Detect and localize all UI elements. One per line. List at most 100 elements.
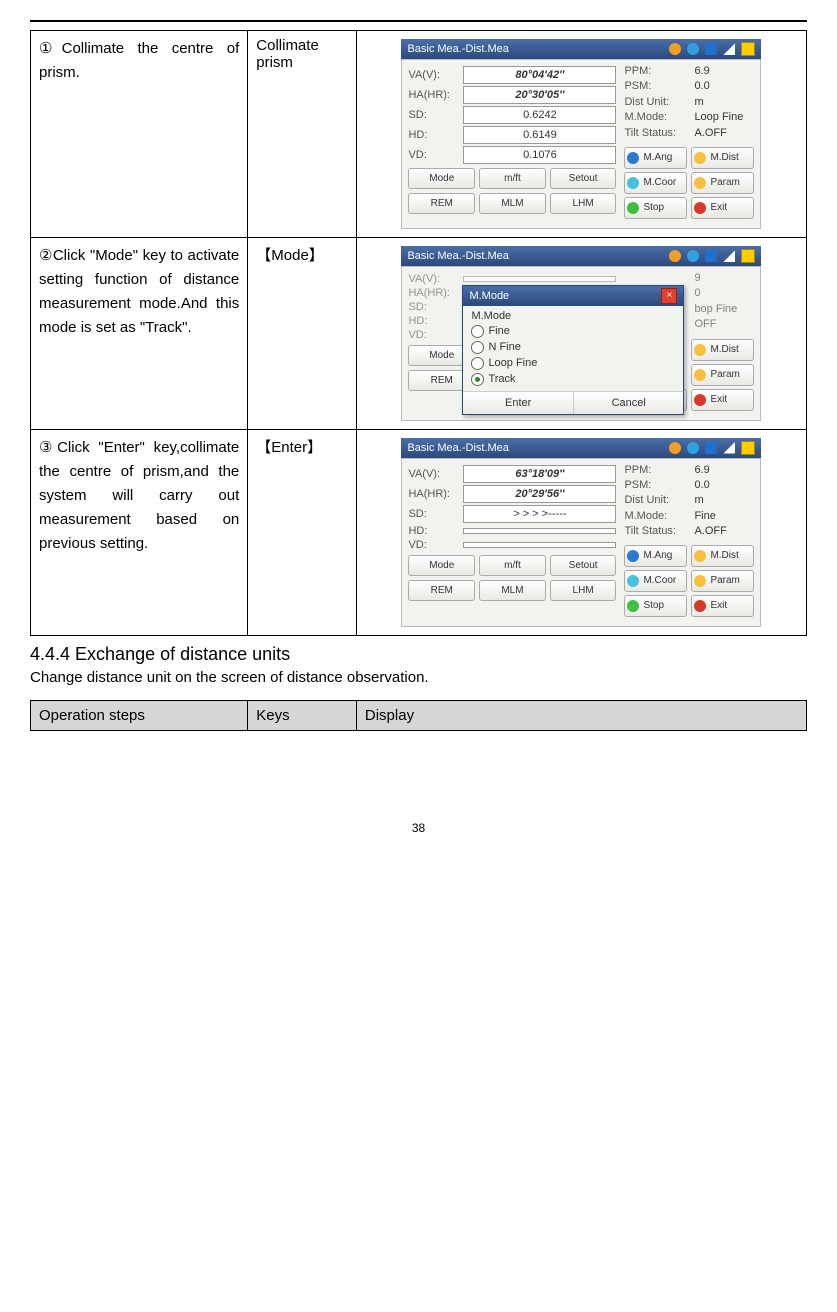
table-row: ①Collimate the centre of prism. Collimat…: [31, 31, 807, 238]
device-screenshot: Basic Mea.-Dist.Mea M.Mode × M.Mode Fine: [401, 246, 761, 421]
param-icon: [694, 177, 706, 189]
btn-param[interactable]: Param: [691, 570, 754, 592]
key-cell: 【Enter】: [248, 429, 357, 636]
gear-icon: [669, 442, 681, 454]
mcoor-icon: [627, 575, 639, 587]
bluetooth-icon: [705, 250, 717, 262]
param-icon: [694, 369, 706, 381]
readings-left: VA(V):80°04′42″ HA(HR):20°30′05″ SD:0.62…: [408, 64, 616, 222]
side-buttons: M.Ang M.Dist M.Coor Param Stop Exit: [624, 545, 754, 617]
header-keys: Keys: [248, 701, 357, 731]
btn-stop[interactable]: Stop: [624, 595, 687, 617]
gear-icon: [669, 250, 681, 262]
stop-icon: [627, 202, 639, 214]
dialog-heading: M.Mode: [471, 310, 675, 322]
dialog-enter-button[interactable]: Enter: [463, 392, 574, 414]
window-titlebar: Basic Mea.-Dist.Mea: [401, 39, 761, 59]
btn-rem[interactable]: REM: [408, 193, 475, 214]
radio-label: Loop Fine: [488, 357, 537, 369]
info-panel: PPM:6.9 PSM:0.0 Dist Unit:m M.Mode:Fine …: [624, 463, 754, 621]
btn-lhm[interactable]: LHM: [550, 193, 617, 214]
mcoor-icon: [627, 177, 639, 189]
gear2-icon: [687, 442, 699, 454]
btn-mang[interactable]: M.Ang: [624, 545, 687, 567]
btn-exit[interactable]: Exit: [691, 389, 754, 411]
btn-exit[interactable]: Exit: [691, 595, 754, 617]
btn-mcoor[interactable]: M.Coor: [624, 570, 687, 592]
btn-mdist[interactable]: M.Dist: [691, 545, 754, 567]
btn-mdist[interactable]: M.Dist: [691, 147, 754, 169]
btn-mlm[interactable]: MLM: [479, 193, 546, 214]
key-cell: Collimate prism: [248, 31, 357, 238]
top-rule: [30, 20, 807, 22]
bluetooth-icon: [705, 442, 717, 454]
display-cell: Basic Mea.-Dist.Mea M.Mode × M.Mode Fine: [356, 237, 806, 429]
steps-table: ①Collimate the centre of prism. Collimat…: [30, 30, 807, 636]
exit-icon: [694, 394, 706, 406]
bluetooth-icon: [705, 43, 717, 55]
radio-icon: [471, 373, 484, 386]
exit-icon: [694, 600, 706, 612]
info-panel: PPM:6.9 PSM:0.0 Dist Unit:m M.Mode:Loop …: [624, 64, 754, 222]
table-row: ③Click "Enter" key,collimate the centre …: [31, 429, 807, 636]
dialog-cancel-button[interactable]: Cancel: [574, 392, 684, 414]
device-screenshot: Basic Mea.-Dist.Mea VA(V):80°04′42″ HA(H…: [401, 39, 761, 229]
battery-icon: [741, 249, 755, 263]
table-row: ②Click "Mode" key to activate setting fu…: [31, 237, 807, 429]
btn-stop[interactable]: Stop: [624, 197, 687, 219]
btn-rem[interactable]: REM: [408, 580, 475, 601]
btn-mode[interactable]: Mode: [408, 555, 475, 576]
close-icon[interactable]: ×: [661, 288, 677, 304]
param-icon: [694, 575, 706, 587]
dialog-title: M.Mode: [469, 290, 509, 302]
step-cell: ③Click "Enter" key,collimate the centre …: [31, 429, 248, 636]
radio-loop fine[interactable]: Loop Fine: [471, 357, 675, 370]
display-cell: Basic Mea.-Dist.Mea VA(V):63°18′09″ HA(H…: [356, 429, 806, 636]
btn-setout[interactable]: Setout: [550, 555, 617, 576]
btn-mcoor[interactable]: M.Coor: [624, 172, 687, 194]
section-title: 4.4.4 Exchange of distance units: [30, 644, 807, 665]
btn-setout[interactable]: Setout: [550, 168, 617, 189]
radio-n fine[interactable]: N Fine: [471, 341, 675, 354]
gear-icon: [669, 43, 681, 55]
window-titlebar: Basic Mea.-Dist.Mea: [401, 246, 761, 266]
radio-label: Track: [488, 373, 515, 385]
mdist-icon: [694, 550, 706, 562]
signal-icon: [723, 250, 735, 262]
btn-mlm[interactable]: MLM: [479, 580, 546, 601]
radio-icon: [471, 341, 484, 354]
mdist-icon: [694, 344, 706, 356]
mang-icon: [627, 152, 639, 164]
btn-mft[interactable]: m/ft: [479, 555, 546, 576]
window-title: Basic Mea.-Dist.Mea: [407, 43, 508, 55]
gear2-icon: [687, 43, 699, 55]
battery-icon: [741, 42, 755, 56]
radio-track[interactable]: Track: [471, 373, 675, 386]
side-buttons: M.Ang M.Dist M.Coor Param Stop Exit: [624, 147, 754, 219]
device-screenshot: Basic Mea.-Dist.Mea VA(V):63°18′09″ HA(H…: [401, 438, 761, 628]
btn-param[interactable]: Param: [691, 172, 754, 194]
header-op: Operation steps: [31, 701, 248, 731]
btn-mang[interactable]: M.Ang: [624, 147, 687, 169]
page-number: 38: [30, 821, 807, 835]
btn-exit[interactable]: Exit: [691, 197, 754, 219]
radio-label: N Fine: [488, 341, 520, 353]
stop-icon: [627, 600, 639, 612]
btn-mode[interactable]: Mode: [408, 168, 475, 189]
window-titlebar: Basic Mea.-Dist.Mea: [401, 438, 761, 458]
btn-lhm[interactable]: LHM: [550, 580, 617, 601]
battery-icon: [741, 441, 755, 455]
btn-mdist[interactable]: M.Dist: [691, 339, 754, 361]
radio-label: Fine: [488, 325, 509, 337]
window-title: Basic Mea.-Dist.Mea: [407, 442, 508, 454]
gear2-icon: [687, 250, 699, 262]
mmode-dialog: M.Mode × M.Mode Fine N Fine Loop Fine Tr…: [462, 285, 684, 415]
exit-icon: [694, 202, 706, 214]
mang-icon: [627, 550, 639, 562]
key-cell: 【Mode】: [248, 237, 357, 429]
header-display: Display: [356, 701, 806, 731]
btn-param[interactable]: Param: [691, 364, 754, 386]
radio-fine[interactable]: Fine: [471, 325, 675, 338]
btn-mft[interactable]: m/ft: [479, 168, 546, 189]
headers-table: Operation steps Keys Display: [30, 700, 807, 731]
